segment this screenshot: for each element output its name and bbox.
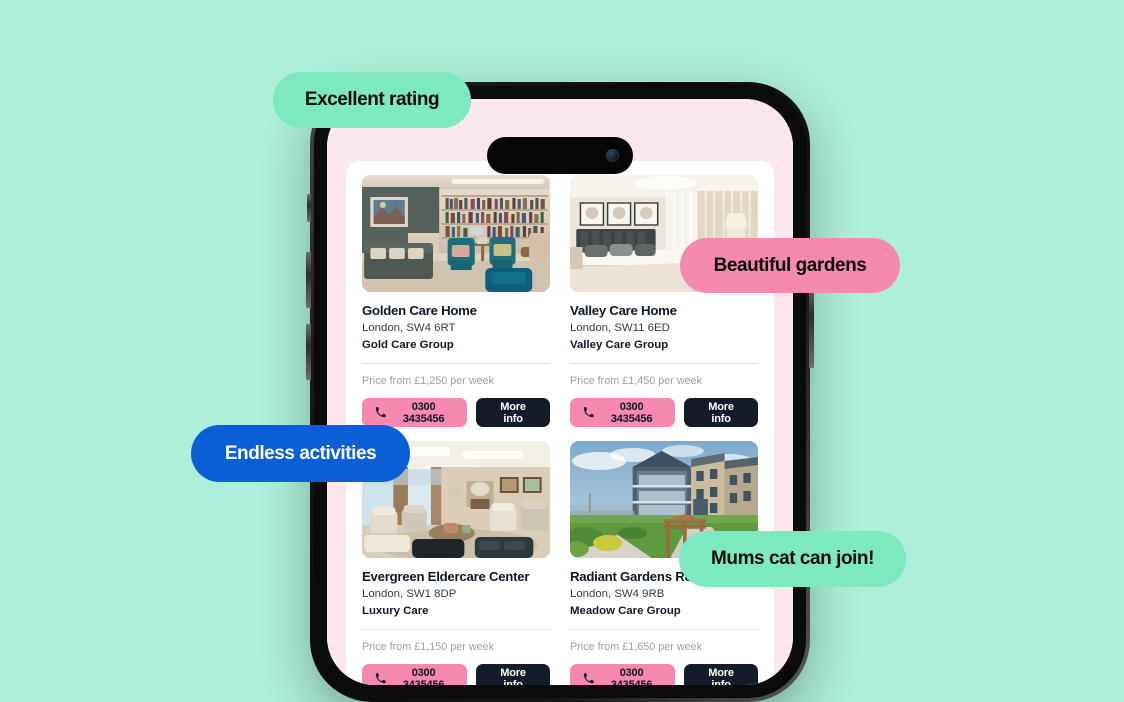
more-info-button[interactable]: More info <box>684 664 758 685</box>
care-home-group: Gold Care Group <box>362 339 454 351</box>
feature-pill-excellent-rating[interactable]: Excellent rating <box>273 72 471 128</box>
divider <box>570 629 758 630</box>
care-home-price: Price from £1,250 per week <box>362 375 495 387</box>
care-home-group: Luxury Care <box>362 605 429 617</box>
care-home-name: Valley Care Home <box>570 303 677 318</box>
power-button[interactable] <box>809 282 814 368</box>
call-button-label: 0300 3435456 <box>402 666 445 686</box>
phone-bezel: Golden Care Home London, SW4 6RT Gold Ca… <box>314 86 806 698</box>
care-home-group: Meadow Care Group <box>570 605 681 617</box>
call-button-label: 0300 3435456 <box>610 666 653 686</box>
volume-up-button[interactable] <box>306 252 311 308</box>
care-home-card[interactable]: Golden Care Home London, SW4 6RT Gold Ca… <box>362 175 550 427</box>
care-home-card[interactable]: Valley Care Home London, SW11 6ED Valley… <box>570 175 758 427</box>
care-home-location: London, SW11 6ED <box>570 322 670 334</box>
call-button[interactable]: 0300 3435456 <box>570 398 676 427</box>
care-home-price: Price from £1,150 per week <box>362 641 495 653</box>
phone-device: Golden Care Home London, SW4 6RT Gold Ca… <box>306 82 814 702</box>
call-button-label: 0300 3435456 <box>402 400 445 425</box>
phone-icon <box>375 673 386 684</box>
card-actions: 0300 3435456 More info <box>570 398 758 427</box>
phone-icon <box>375 407 386 418</box>
care-home-location: London, SW4 6RT <box>362 322 456 334</box>
care-home-group: Valley Care Group <box>570 339 669 351</box>
feature-pill-beautiful-gardens[interactable]: Beautiful gardens <box>680 238 900 293</box>
divider <box>362 363 550 364</box>
feature-pill-mums-cat-can-join[interactable]: Mums cat can join! <box>679 531 906 587</box>
divider <box>362 629 550 630</box>
care-home-name: Golden Care Home <box>362 303 477 318</box>
phone-icon <box>583 673 594 684</box>
phone-icon <box>583 407 594 418</box>
care-home-name: Evergreen Eldercare Center <box>362 569 530 584</box>
more-info-button[interactable]: More info <box>476 398 550 427</box>
dynamic-island <box>487 137 633 174</box>
card-actions: 0300 3435456 More info <box>362 398 550 427</box>
care-home-location: London, SW1 8DP <box>362 588 457 600</box>
call-button[interactable]: 0300 3435456 <box>570 664 676 686</box>
feature-pill-endless-activities[interactable]: Endless activities <box>191 425 410 482</box>
silence-switch[interactable] <box>307 194 311 222</box>
care-home-price: Price from £1,450 per week <box>570 375 703 387</box>
app-screen: Golden Care Home London, SW4 6RT Gold Ca… <box>327 99 793 685</box>
more-info-button[interactable]: More info <box>476 664 550 685</box>
care-home-price: Price from £1,650 per week <box>570 641 703 653</box>
card-actions: 0300 3435456 More info <box>570 664 758 685</box>
card-actions: 0300 3435456 More info <box>362 664 550 685</box>
more-info-button[interactable]: More info <box>684 398 758 427</box>
call-button-label: 0300 3435456 <box>610 400 653 425</box>
care-home-location: London, SW4 9RB <box>570 588 665 600</box>
volume-down-button[interactable] <box>306 324 311 380</box>
care-home-photo-library-lounge <box>362 175 550 292</box>
phone-screen: Golden Care Home London, SW4 6RT Gold Ca… <box>327 99 793 685</box>
scene: Golden Care Home London, SW4 6RT Gold Ca… <box>0 0 1124 702</box>
call-button[interactable]: 0300 3435456 <box>362 664 468 686</box>
call-button[interactable]: 0300 3435456 <box>362 398 468 427</box>
front-camera-icon <box>606 149 619 162</box>
divider <box>570 363 758 364</box>
